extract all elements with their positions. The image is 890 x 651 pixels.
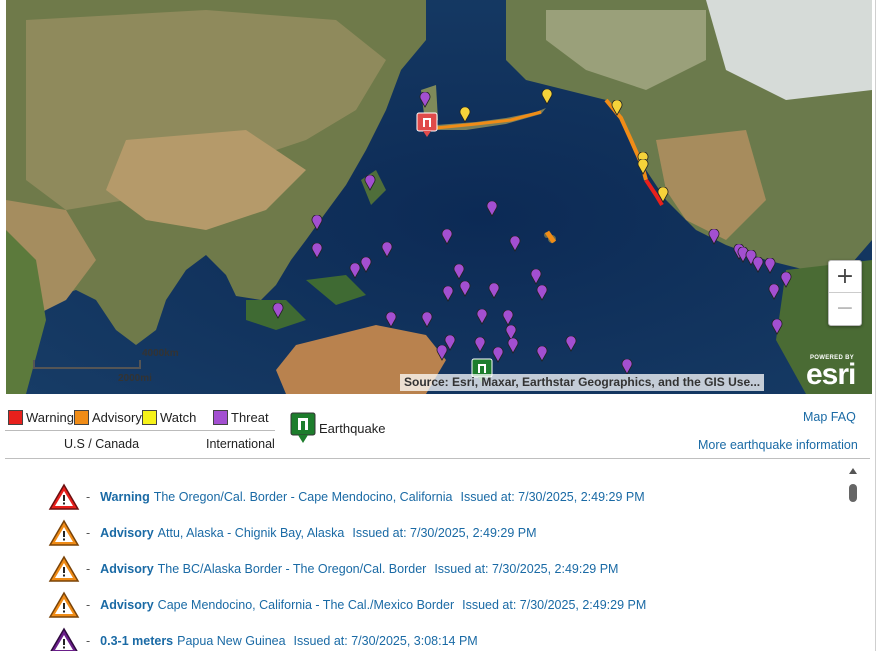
threat-pin-icon[interactable] — [536, 285, 548, 301]
threat-pin-icon[interactable] — [768, 284, 780, 300]
threat-pin-icon[interactable] — [507, 338, 519, 354]
threat-pin-icon[interactable] — [360, 257, 372, 273]
threat-pin-icon[interactable] — [565, 336, 577, 352]
alert-issued: Issued at: 7/30/2025, 3:08:14 PM — [293, 634, 478, 648]
threat-pin-icon[interactable] — [364, 175, 376, 191]
alert-row-3[interactable]: - Advisory Cape Mendocino, California - … — [48, 590, 646, 620]
legend-threat: Threat — [231, 410, 269, 425]
watch-pin-icon[interactable] — [459, 107, 471, 123]
legend-advisory: Advisory — [92, 410, 142, 425]
warning-triangle-icon — [48, 483, 80, 510]
alert-region: Attu, Alaska - Chignik Bay, Alaska — [157, 526, 345, 540]
threat-pin-icon[interactable] — [530, 269, 542, 285]
alert-region: Papua New Guinea — [177, 634, 286, 648]
legend-warning: Warning — [26, 410, 74, 425]
scroll-up-arrow-icon[interactable] — [849, 468, 857, 474]
threat-pin-icon[interactable] — [385, 312, 397, 328]
international-divider — [203, 430, 275, 431]
threat-pin-icon[interactable] — [536, 346, 548, 362]
watch-pin-icon[interactable] — [657, 187, 669, 203]
alert-row-1[interactable]: - Advisory Attu, Alaska - Chignik Bay, A… — [48, 518, 537, 548]
alert-issued: Issued at: 7/30/2025, 2:49:29 PM — [434, 562, 619, 576]
alert-region: The BC/Alaska Border - The Oregon/Cal. B… — [157, 562, 427, 576]
legend-international: International — [206, 437, 275, 451]
zoom-in-button[interactable]: + — [829, 261, 861, 292]
threat-pin-icon[interactable] — [349, 263, 361, 279]
earthquake-legend-icon — [290, 412, 316, 443]
threat-pin-icon[interactable] — [752, 257, 764, 273]
advisory-triangle-icon — [48, 591, 80, 618]
threat-pin-icon[interactable] — [381, 242, 393, 258]
threat-pin-icon[interactable] — [442, 286, 454, 302]
alert-row-0[interactable]: - Warning The Oregon/Cal. Border - Cape … — [48, 482, 645, 512]
zoom-out-button[interactable]: − — [829, 292, 861, 324]
scale-mi-label: 2000mi — [118, 373, 152, 384]
scale-km-label: 4000km — [142, 348, 179, 359]
esri-logo[interactable]: POWERED BY esri — [804, 352, 866, 391]
advisory-triangle-icon — [48, 519, 80, 546]
threat-pin-icon[interactable] — [272, 303, 284, 319]
legend-earthquake: Earthquake — [319, 421, 386, 436]
threat-pin-icon[interactable] — [311, 215, 323, 231]
us-canada-divider — [5, 430, 203, 431]
advisory-triangle-icon — [48, 555, 80, 582]
tsunami-map[interactable]: + − 4000km 2000mi Source: Esri, Maxar, E… — [6, 0, 872, 394]
legend-watch: Watch — [160, 410, 197, 425]
alert-kind: 0.3-1 meters — [100, 634, 174, 648]
alert-row-2[interactable]: - Advisory The BC/Alaska Border - The Or… — [48, 554, 618, 584]
warning-swatch — [8, 410, 23, 425]
alert-list-scrollbar[interactable] — [846, 466, 860, 651]
threat-pin-icon[interactable] — [492, 347, 504, 363]
alert-kind: Warning — [100, 490, 150, 504]
threat-pin-icon[interactable] — [436, 345, 448, 361]
watch-swatch — [142, 410, 157, 425]
zoom-control: + − — [828, 260, 862, 326]
legend-us-canada: U.S / Canada — [64, 437, 140, 451]
threat-pin-icon[interactable] — [764, 258, 776, 274]
scale-bar: 4000km 2000mi — [32, 348, 179, 390]
threat-pin-icon[interactable] — [311, 243, 323, 259]
scroll-thumb[interactable] — [849, 484, 857, 502]
watch-pin-icon[interactable] — [611, 100, 623, 116]
legend-separator — [5, 458, 870, 459]
alert-region: The Oregon/Cal. Border - Cape Mendocino,… — [153, 490, 453, 504]
advisory-swatch — [74, 410, 89, 425]
watch-pin-icon[interactable] — [541, 89, 553, 105]
alert-issued: Issued at: 7/30/2025, 2:49:29 PM — [352, 526, 537, 540]
threat-pin-icon[interactable] — [488, 283, 500, 299]
alert-list: - Warning The Oregon/Cal. Border - Cape … — [0, 464, 846, 651]
map-faq-link[interactable]: Map FAQ — [803, 410, 856, 424]
threat-pin-icon[interactable] — [621, 359, 633, 375]
esri-wordmark: esri — [806, 358, 856, 391]
map-legend: Warning Advisory Watch U.S / Canada Thre… — [0, 398, 870, 460]
threat-pin-icon[interactable] — [476, 309, 488, 325]
warning-event-icon[interactable] — [416, 112, 438, 138]
threat-pin-icon[interactable] — [421, 312, 433, 328]
threat-pin-icon[interactable] — [459, 281, 471, 297]
more-earthquake-info-link[interactable]: More earthquake information — [698, 438, 858, 452]
alert-kind: Advisory — [100, 598, 154, 612]
alert-issued: Issued at: 7/30/2025, 2:49:29 PM — [460, 490, 645, 504]
threat-pin-icon[interactable] — [486, 201, 498, 217]
threat-pin-icon[interactable] — [780, 272, 792, 288]
alert-issued: Issued at: 7/30/2025, 2:49:29 PM — [462, 598, 647, 612]
threat-triangle-icon — [50, 627, 78, 651]
watch-pin-icon[interactable] — [637, 159, 649, 175]
threat-pin-icon[interactable] — [708, 229, 720, 245]
threat-pin-icon[interactable] — [474, 337, 486, 353]
threat-pin-icon[interactable] — [502, 310, 514, 326]
threat-pin-icon[interactable] — [453, 264, 465, 280]
map-basemap — [6, 0, 872, 394]
threat-swatch — [213, 410, 228, 425]
threat-pin-icon[interactable] — [441, 229, 453, 245]
map-attribution[interactable]: Source: Esri, Maxar, Earthstar Geographi… — [400, 374, 765, 391]
alert-kind: Advisory — [100, 562, 154, 576]
threat-pin-icon[interactable] — [419, 92, 431, 108]
page-right-edge — [872, 0, 890, 651]
alert-row-4[interactable]: - 0.3-1 meters Papua New Guinea Issued a… — [48, 626, 478, 651]
alert-kind: Advisory — [100, 526, 154, 540]
alert-region: Cape Mendocino, California - The Cal./Me… — [157, 598, 455, 612]
threat-pin-icon[interactable] — [509, 236, 521, 252]
threat-pin-icon[interactable] — [771, 319, 783, 335]
